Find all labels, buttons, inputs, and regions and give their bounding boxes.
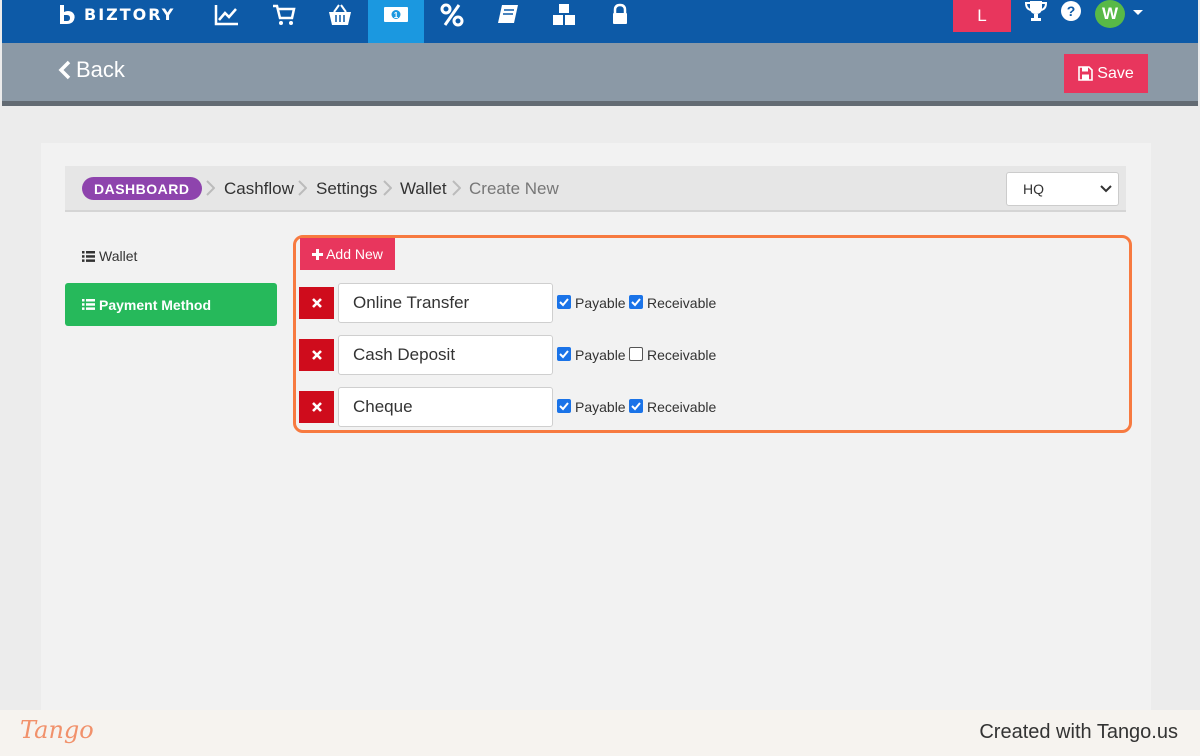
check-icon	[631, 298, 641, 307]
page-header	[2, 43, 1198, 103]
breadcrumb-cashflow[interactable]: Cashflow	[224, 177, 294, 200]
close-icon	[311, 402, 322, 412]
sidebar-item-wallet[interactable]: Wallet	[82, 248, 137, 264]
list-icon	[82, 299, 95, 310]
close-icon	[311, 350, 322, 360]
save-label: Save	[1097, 64, 1134, 82]
cart-icon	[273, 4, 296, 25]
check-icon	[559, 298, 569, 307]
breadcrumb-dashboard[interactable]: DASHBOARD	[82, 177, 202, 200]
nav-sales[interactable]	[264, 0, 304, 30]
nav-accounting[interactable]	[488, 0, 528, 30]
chevron-down-icon[interactable]	[1133, 10, 1143, 15]
delete-button[interactable]	[299, 287, 334, 319]
sidebar-item-label: Wallet	[99, 248, 138, 264]
user-avatar[interactable]: W	[1095, 0, 1125, 28]
receivable-label: Receivable	[647, 347, 717, 363]
delete-button[interactable]	[299, 339, 334, 371]
save-button[interactable]: Save	[1064, 54, 1148, 93]
delete-button[interactable]	[299, 391, 334, 423]
chevron-left-icon	[58, 60, 71, 80]
check-icon	[631, 402, 641, 411]
svg-text:?: ?	[1067, 3, 1076, 19]
nav-inventory[interactable]	[544, 0, 584, 30]
help-button[interactable]: ?	[1060, 0, 1082, 27]
breadcrumb-separator-icon	[298, 180, 308, 196]
breadcrumb-separator-icon	[452, 180, 462, 196]
basket-icon	[329, 4, 351, 25]
book-icon	[498, 5, 518, 23]
brand-name: BIZTORY	[84, 4, 176, 24]
chevron-down-icon	[1100, 185, 1112, 193]
notification-badge[interactable]: L	[953, 0, 1011, 32]
created-with-text: Created with Tango.us	[979, 721, 1178, 743]
breadcrumb-separator-icon	[383, 180, 393, 196]
plus-icon	[312, 248, 324, 260]
payable-label: Payable	[575, 295, 626, 311]
money-icon: 1	[384, 7, 408, 22]
lock-icon	[613, 3, 627, 24]
help-icon: ?	[1061, 1, 1081, 21]
cubes-icon	[553, 4, 575, 25]
nav-security[interactable]	[600, 0, 640, 30]
payable-checkbox[interactable]	[557, 399, 571, 413]
check-icon	[559, 350, 569, 359]
receivable-label: Receivable	[647, 295, 717, 311]
payable-label: Payable	[575, 347, 626, 363]
receivable-checkbox[interactable]	[629, 347, 643, 361]
header-divider	[2, 101, 1198, 106]
svg-text:1: 1	[394, 11, 399, 20]
percent-icon	[440, 3, 464, 27]
receivable-checkbox[interactable]	[629, 295, 643, 309]
sidebar-item-label: Payment Method	[99, 296, 212, 313]
check-icon	[559, 402, 569, 411]
list-icon	[82, 250, 95, 262]
breadcrumb-separator-icon	[206, 180, 216, 196]
breadcrumb-settings[interactable]: Settings	[316, 177, 377, 200]
nav-tax[interactable]	[432, 0, 472, 30]
payment-method-name-input[interactable]	[338, 283, 553, 323]
breadcrumb-create-new: Create New	[469, 178, 559, 198]
nav-purchase[interactable]	[320, 0, 360, 30]
add-new-label: Add New	[326, 246, 383, 262]
trophy-button[interactable]	[1024, 0, 1048, 27]
floppy-disk-icon	[1078, 66, 1094, 81]
back-label: Back	[76, 57, 125, 82]
payable-checkbox[interactable]	[557, 347, 571, 361]
payment-method-name-input[interactable]	[338, 335, 553, 375]
nav-cashflow[interactable]: 1	[368, 0, 424, 43]
brand[interactable]: BIZTORY	[56, 3, 175, 25]
nav-reports[interactable]	[207, 0, 247, 30]
branch-select-value: HQ	[1023, 181, 1044, 197]
add-new-button[interactable]: Add New	[300, 238, 395, 270]
biztory-logo-icon	[60, 5, 75, 24]
trophy-icon	[1024, 1, 1048, 21]
chart-line-icon	[214, 5, 238, 26]
payable-label: Payable	[575, 399, 626, 415]
breadcrumb-wallet[interactable]: Wallet	[400, 177, 447, 200]
tango-logo: Tango	[20, 716, 94, 744]
branch-select[interactable]: HQ	[1006, 172, 1119, 206]
receivable-checkbox[interactable]	[629, 399, 643, 413]
sidebar-item-payment-method[interactable]: Payment Method	[65, 283, 277, 326]
receivable-label: Receivable	[647, 399, 717, 415]
close-icon	[311, 298, 322, 308]
payment-method-name-input[interactable]	[338, 387, 553, 427]
payable-checkbox[interactable]	[557, 295, 571, 309]
back-button[interactable]: Back	[58, 57, 125, 83]
